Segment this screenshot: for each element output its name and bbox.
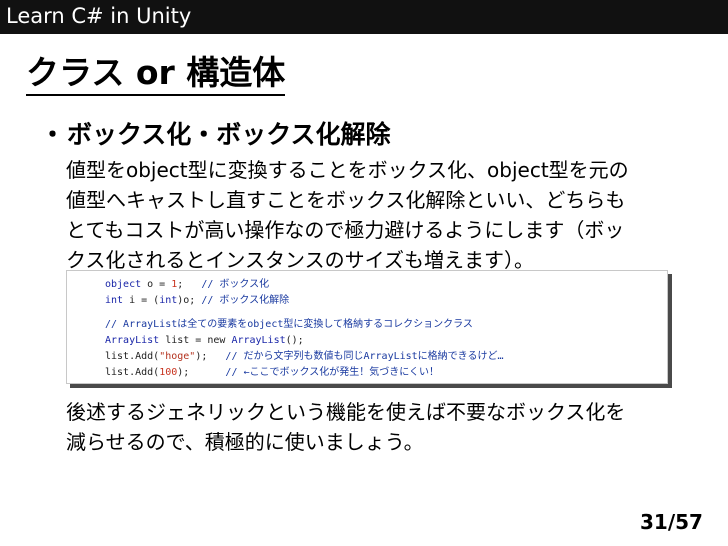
code-block: object o = 1; // ボックス化 int i = (int)o; /…	[66, 270, 668, 384]
code-line: int i = (int)o; // ボックス化解除	[105, 293, 504, 309]
course-title: Learn C# in Unity	[6, 4, 192, 28]
bullet-heading: ・ボックス化・ボックス化解除	[40, 120, 391, 150]
code-text: o =	[141, 279, 172, 290]
code-line: list.Add("hoge"); // だから文字列も数値も同じArrayLi…	[105, 349, 504, 365]
paragraph-line: 値型をobject型に変換することをボックス化、object型を元の	[66, 158, 629, 182]
code-text: list = new	[159, 335, 232, 346]
paragraph-boxing: 値型をobject型に変換することをボックス化、object型を元の 値型へキャ…	[66, 155, 706, 275]
code-comment: // ボックス化	[201, 279, 270, 290]
code-text: list.Add(	[105, 367, 160, 378]
code-line: // ArrayListは全ての要素をobject型に変換して格納するコレクショ…	[105, 317, 504, 333]
code-text: list.Add(	[105, 351, 160, 362]
paragraph-line: 減らせるので、積極的に使いましょう。	[66, 430, 424, 454]
paragraph-line: 値型へキャストし直すことをボックス化解除といい、どちらも	[66, 188, 626, 212]
code-text: )o;	[177, 295, 202, 306]
slide-title: クラス or 構造体	[26, 52, 286, 96]
code-line: list.Add(100); // ←ここでボックス化が発生！気づきにくい！	[105, 365, 504, 381]
code-type: ArrayList	[231, 335, 286, 346]
page-number: 31/57	[640, 510, 703, 534]
code-text: ;	[177, 279, 202, 290]
code-text: ();	[285, 335, 304, 346]
header-bar: Learn C# in Unity	[0, 0, 728, 34]
bullet-dot-icon: ・	[40, 120, 66, 149]
code-type: ArrayList	[105, 335, 160, 346]
code-comment: // ボックス化解除	[201, 295, 290, 306]
code-comment: // ←ここでボックス化が発生！気づきにくい！	[225, 367, 440, 378]
code-lines: object o = 1; // ボックス化 int i = (int)o; /…	[105, 277, 504, 381]
bullet-heading-text: ボックス化・ボックス化解除	[67, 120, 391, 149]
code-comment: // だから文字列も数値も同じArrayListに格納できるけど…	[225, 351, 504, 362]
code-line: object o = 1; // ボックス化	[105, 277, 504, 293]
paragraph-generics: 後述するジェネリックという機能を使えば不要なボックス化を 減らせるので、積極的に…	[66, 397, 706, 457]
code-keyword: int	[105, 295, 124, 306]
code-line: ArrayList list = new ArrayList();	[105, 333, 504, 349]
code-text: );	[177, 367, 226, 378]
code-keyword: int	[159, 295, 178, 306]
code-keyword: object	[105, 279, 142, 290]
code-number: 100	[159, 367, 178, 378]
paragraph-line: 後述するジェネリックという機能を使えば不要なボックス化を	[66, 400, 626, 424]
paragraph-line: とてもコストが高い操作なので極力避けるようにします（ボッ	[66, 218, 625, 242]
code-text: );	[195, 351, 226, 362]
code-text: i = (	[123, 295, 160, 306]
code-comment: // ArrayListは全ての要素をobject型に変換して格納するコレクショ…	[105, 319, 473, 330]
code-string: "hoge"	[159, 351, 196, 362]
